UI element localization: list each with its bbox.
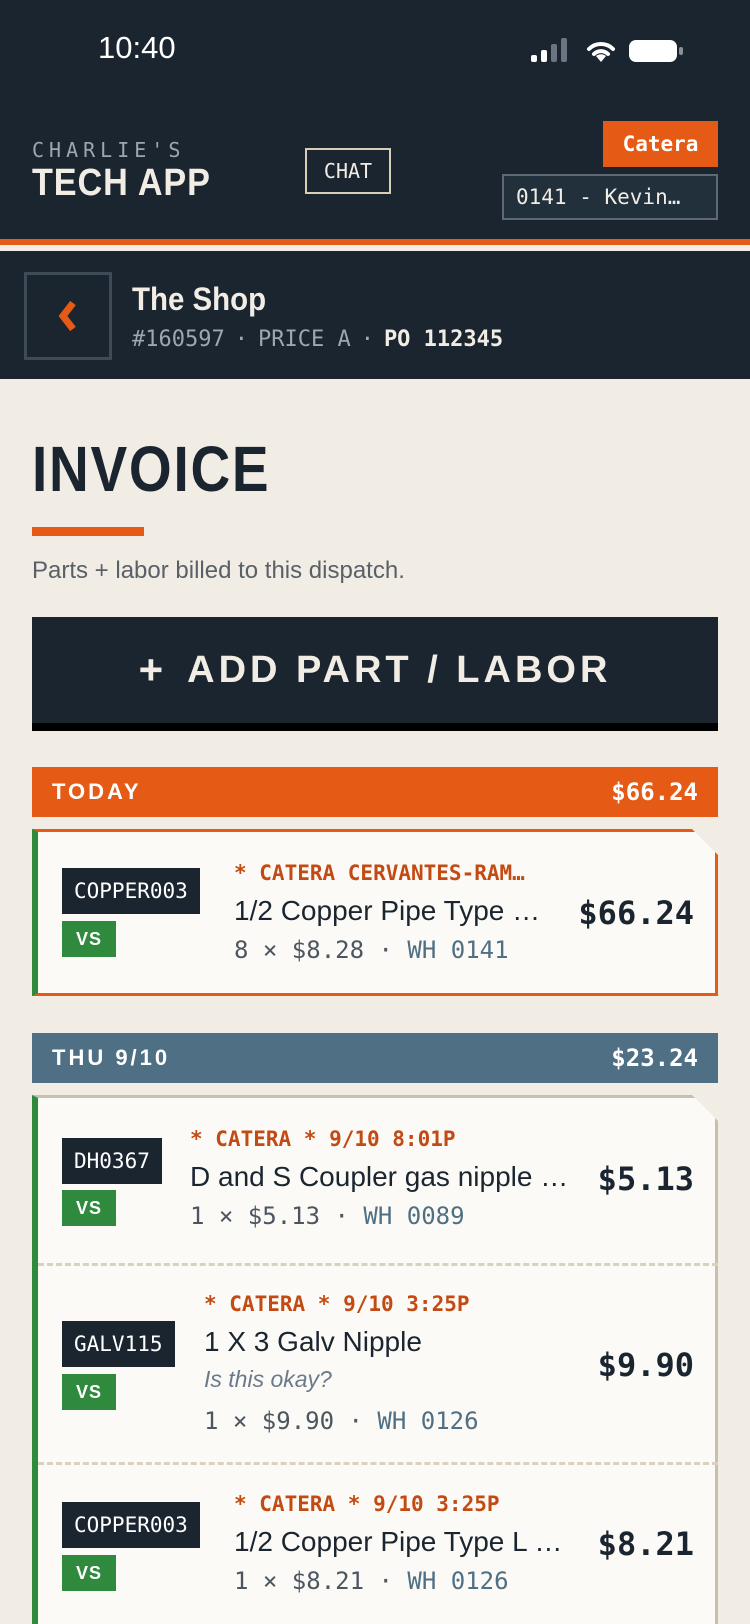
qty-price: 8 × $8.28 xyxy=(234,936,365,964)
item-name: 1/2 Copper Pipe Type L … xyxy=(234,1526,563,1557)
vs-badge: VS xyxy=(62,921,116,957)
day-label: THU 9/10 xyxy=(52,1045,171,1070)
job-title: The Shop xyxy=(132,281,267,317)
add-part-labor-button[interactable]: + ADD PART / LABOR xyxy=(32,617,718,731)
price-level: PRICE A xyxy=(257,327,351,352)
item-name: 1/2 Copper Pipe Type … xyxy=(234,895,541,926)
chevron-left-icon xyxy=(58,300,76,332)
item-note: Is this okay? xyxy=(204,1366,332,1392)
line-item[interactable]: GALV115 VS * CATERA * 9/10 3:25P 1 X 3 G… xyxy=(38,1266,718,1462)
tenant-button[interactable]: Catera xyxy=(603,121,718,167)
sku-tag: COPPER003 xyxy=(62,1502,200,1548)
item-price: $66.24 xyxy=(578,894,694,932)
po-number: PO 112345 xyxy=(383,327,504,352)
item-name: D and S Coupler gas nipple … xyxy=(190,1161,569,1192)
line-item[interactable]: COPPER003 VS * CATERA * 9/10 3:25P 1/2 C… xyxy=(38,1465,718,1624)
page-title: INVOICE xyxy=(32,433,271,505)
status-time: 10:40 xyxy=(98,30,176,65)
day-label: TODAY xyxy=(52,779,142,804)
item-author: * CATERA CERVANTES-RAM… xyxy=(234,861,525,885)
item-author: * CATERA * 9/10 8:01P xyxy=(190,1127,456,1151)
item-name: 1 X 3 Galv Nipple xyxy=(204,1326,422,1357)
technician-selector[interactable]: 0141 - Kevin… xyxy=(502,174,718,220)
day-total: $23.24 xyxy=(611,1044,698,1072)
item-qty: 1 × $8.21 · WH 0126 xyxy=(234,1567,509,1595)
vs-badge: VS xyxy=(62,1374,116,1410)
invoice-card-thu: DH0367 VS * CATERA * 9/10 8:01P D and S … xyxy=(32,1095,718,1624)
line-item[interactable]: DH0367 VS * CATERA * 9/10 8:01P D and S … xyxy=(38,1098,718,1263)
vs-badge: VS xyxy=(62,1555,116,1591)
add-part-labor-label: ADD PART / LABOR xyxy=(187,648,612,691)
chat-button[interactable]: CHAT xyxy=(305,148,391,194)
job-bar: The Shop #160597 · PRICE A · PO 112345 xyxy=(0,251,750,379)
day-header-thu: THU 9/10 $23.24 xyxy=(32,1033,718,1083)
item-qty: 1 × $5.13 · WH 0089 xyxy=(190,1202,465,1230)
page-subtitle: Parts + labor billed to this dispatch. xyxy=(32,557,405,584)
sku-tag: GALV115 xyxy=(62,1321,175,1367)
job-number: #160597 xyxy=(132,327,225,352)
back-button[interactable] xyxy=(24,272,112,360)
warehouse: WH 0126 xyxy=(407,1567,509,1595)
invoice-card-today: COPPER003 VS * CATERA CERVANTES-RAM… 1/2… xyxy=(32,829,718,996)
item-price: $8.21 xyxy=(597,1525,694,1563)
brand-overline: CHARLIE'S xyxy=(32,138,186,162)
warehouse: WH 0126 xyxy=(377,1407,479,1435)
day-total: $66.24 xyxy=(611,778,698,806)
app-title: TECH APP xyxy=(32,162,211,204)
vs-badge: VS xyxy=(62,1190,116,1226)
sku-tag: COPPER003 xyxy=(62,868,200,914)
qty-price: 1 × $9.90 xyxy=(204,1407,335,1435)
warehouse: WH 0141 xyxy=(407,936,509,964)
warehouse: WH 0089 xyxy=(363,1202,465,1230)
app-header: CHARLIE'S TECH APP CHAT Catera 0141 - Ke… xyxy=(0,100,750,245)
item-price: $9.90 xyxy=(597,1346,694,1384)
qty-price: 1 × $8.21 xyxy=(234,1567,365,1595)
battery-icon xyxy=(629,40,683,62)
item-price: $5.13 xyxy=(597,1160,694,1198)
qty-price: 1 × $5.13 xyxy=(190,1202,321,1230)
line-item[interactable]: COPPER003 VS * CATERA CERVANTES-RAM… 1/2… xyxy=(38,832,718,993)
item-author: * CATERA * 9/10 3:25P xyxy=(204,1292,470,1316)
wifi-icon xyxy=(587,42,615,62)
job-meta: #160597 · PRICE A · PO 112345 xyxy=(132,327,504,352)
cellular-signal-icon xyxy=(531,38,567,62)
status-bar: 10:40 xyxy=(0,0,750,100)
plus-icon: + xyxy=(138,646,168,693)
sku-tag: DH0367 xyxy=(62,1138,162,1184)
item-qty: 1 × $9.90 · WH 0126 xyxy=(204,1407,479,1435)
day-header-today: TODAY $66.24 xyxy=(32,767,718,817)
item-author: * CATERA * 9/10 3:25P xyxy=(234,1492,500,1516)
item-qty: 8 × $8.28 · WH 0141 xyxy=(234,936,509,964)
title-underline xyxy=(32,527,144,536)
